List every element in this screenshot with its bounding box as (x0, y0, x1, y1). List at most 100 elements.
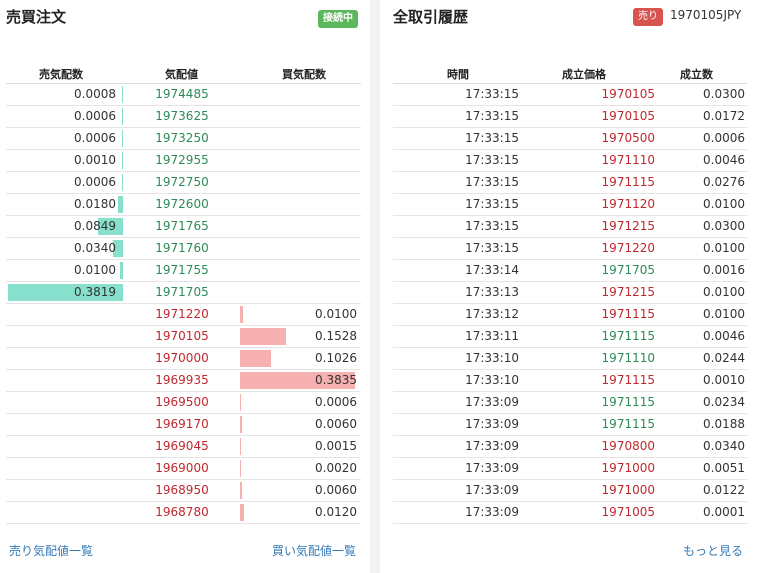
trade-history-header: 時間 成立価格 成立数 (393, 63, 747, 84)
bid-qty: 0.3835 (315, 373, 357, 387)
bid-row[interactable]: 1969500 0.0006 (6, 392, 361, 414)
ask-row[interactable]: 0.0006 1973250 (6, 128, 361, 150)
bid-row[interactable]: 1971220 0.0100 (6, 304, 361, 326)
bid-list-link[interactable]: 買い気配値一覧 (272, 542, 356, 559)
trade-time: 17:33:15 (465, 87, 519, 101)
bid-row[interactable]: 1969170 0.0060 (6, 414, 361, 436)
ask-row[interactable]: 0.0010 1972955 (6, 150, 361, 172)
trade-row: 17:33:11 1971115 0.0046 (393, 326, 747, 348)
bid-qty: 0.0100 (315, 307, 357, 321)
bid-depth-bar (240, 438, 241, 455)
trade-price-header: 成立価格 (562, 68, 606, 81)
trade-row: 17:33:09 1971000 0.0051 (393, 458, 747, 480)
bid-qty-header: 買気配数 (282, 68, 326, 81)
bid-depth-bar (240, 328, 286, 345)
ask-row[interactable]: 0.0008 1974485 (6, 84, 361, 106)
ask-price: 1972600 (155, 197, 209, 211)
trade-price: 1970105 (601, 87, 655, 101)
ask-qty: 0.0006 (74, 131, 116, 145)
ask-price: 1972955 (155, 153, 209, 167)
trade-time: 17:33:09 (465, 461, 519, 475)
bid-row[interactable]: 1970000 0.1026 (6, 348, 361, 370)
trade-row: 17:33:09 1971000 0.0122 (393, 480, 747, 502)
ask-depth-bar (122, 108, 123, 125)
ask-depth-bar (122, 130, 123, 147)
ask-price: 1974485 (155, 87, 209, 101)
trade-qty: 0.0001 (703, 505, 745, 519)
bid-qty: 0.1528 (315, 329, 357, 343)
trade-time: 17:33:12 (465, 307, 519, 321)
trade-price: 1971115 (601, 307, 655, 321)
ask-qty: 0.0008 (74, 87, 116, 101)
trade-price: 1970105 (601, 109, 655, 123)
ask-row[interactable]: 0.0006 1972750 (6, 172, 361, 194)
more-trades-link[interactable]: もっと見る (683, 542, 743, 559)
ask-row[interactable]: 0.3819 1971705 (6, 282, 361, 304)
trade-row: 17:33:09 1971005 0.0001 (393, 502, 747, 524)
ask-row[interactable]: 0.0849 1971765 (6, 216, 361, 238)
trade-price: 1971000 (601, 483, 655, 497)
trade-qty: 0.0188 (703, 417, 745, 431)
trade-qty: 0.0276 (703, 175, 745, 189)
trade-row: 17:33:15 1970105 0.0172 (393, 106, 747, 128)
trade-qty: 0.0100 (703, 307, 745, 321)
bid-row[interactable]: 1969045 0.0015 (6, 436, 361, 458)
bid-depth-bar (240, 504, 244, 521)
trade-row: 17:33:15 1971110 0.0046 (393, 150, 747, 172)
trade-time: 17:33:14 (465, 263, 519, 277)
trade-price: 1971110 (601, 153, 655, 167)
trade-qty: 0.0100 (703, 197, 745, 211)
bid-qty: 0.0020 (315, 461, 357, 475)
trade-price: 1971215 (601, 219, 655, 233)
connection-status-badge: 接続中 (318, 10, 358, 28)
trade-time: 17:33:15 (465, 153, 519, 167)
trade-time: 17:33:09 (465, 439, 519, 453)
bid-price: 1968780 (155, 505, 209, 519)
ask-row[interactable]: 0.0340 1971760 (6, 238, 361, 260)
trade-time: 17:33:15 (465, 197, 519, 211)
trade-price: 1971000 (601, 461, 655, 475)
ask-price: 1971760 (155, 241, 209, 255)
trade-row: 17:33:09 1970800 0.0340 (393, 436, 747, 458)
trade-price: 1970800 (601, 439, 655, 453)
bid-price: 1969500 (155, 395, 209, 409)
trade-price: 1971110 (601, 351, 655, 365)
bid-price: 1969045 (155, 439, 209, 453)
bid-qty: 0.0006 (315, 395, 357, 409)
bid-row[interactable]: 1968950 0.0060 (6, 480, 361, 502)
trade-qty: 0.0340 (703, 439, 745, 453)
trade-qty: 0.0234 (703, 395, 745, 409)
ask-row[interactable]: 0.0100 1971755 (6, 260, 361, 282)
orderbook-header: 売気配数 気配値 買気配数 (6, 63, 361, 84)
ask-qty: 0.0006 (74, 175, 116, 189)
ask-row[interactable]: 0.0180 1972600 (6, 194, 361, 216)
trade-row: 17:33:15 1971215 0.0300 (393, 216, 747, 238)
bid-row[interactable]: 1970105 0.1528 (6, 326, 361, 348)
ask-qty: 0.0006 (74, 109, 116, 123)
bid-depth-bar (240, 482, 242, 499)
trade-row: 17:33:15 1971220 0.0100 (393, 238, 747, 260)
bid-price: 1970000 (155, 351, 209, 365)
bid-price: 1969935 (155, 373, 209, 387)
bid-row[interactable]: 1969000 0.0020 (6, 458, 361, 480)
bid-qty: 0.0060 (315, 417, 357, 431)
ask-list-link[interactable]: 売り気配値一覧 (9, 542, 93, 559)
orderbook-title: 売買注文 (6, 8, 67, 26)
trade-qty: 0.0244 (703, 351, 745, 365)
ask-row[interactable]: 0.0006 1973625 (6, 106, 361, 128)
trade-qty: 0.0016 (703, 263, 745, 277)
time-header: 時間 (447, 68, 469, 81)
trade-time: 17:33:09 (465, 395, 519, 409)
trade-row: 17:33:15 1970500 0.0006 (393, 128, 747, 150)
bid-row[interactable]: 1969935 0.3835 (6, 370, 361, 392)
ask-qty: 0.0010 (74, 153, 116, 167)
bid-depth-bar (240, 460, 241, 477)
trade-qty: 0.0100 (703, 285, 745, 299)
ask-qty: 0.3819 (74, 285, 116, 299)
ask-price: 1972750 (155, 175, 209, 189)
ask-depth-bar (122, 86, 123, 103)
ask-depth-bar (122, 174, 123, 191)
trade-history-rows: 17:33:15 1970105 0.0300 17:33:15 1970105 0.01… (393, 84, 747, 524)
bid-row[interactable]: 1968780 0.0120 (6, 502, 361, 524)
ask-price: 1973250 (155, 131, 209, 145)
